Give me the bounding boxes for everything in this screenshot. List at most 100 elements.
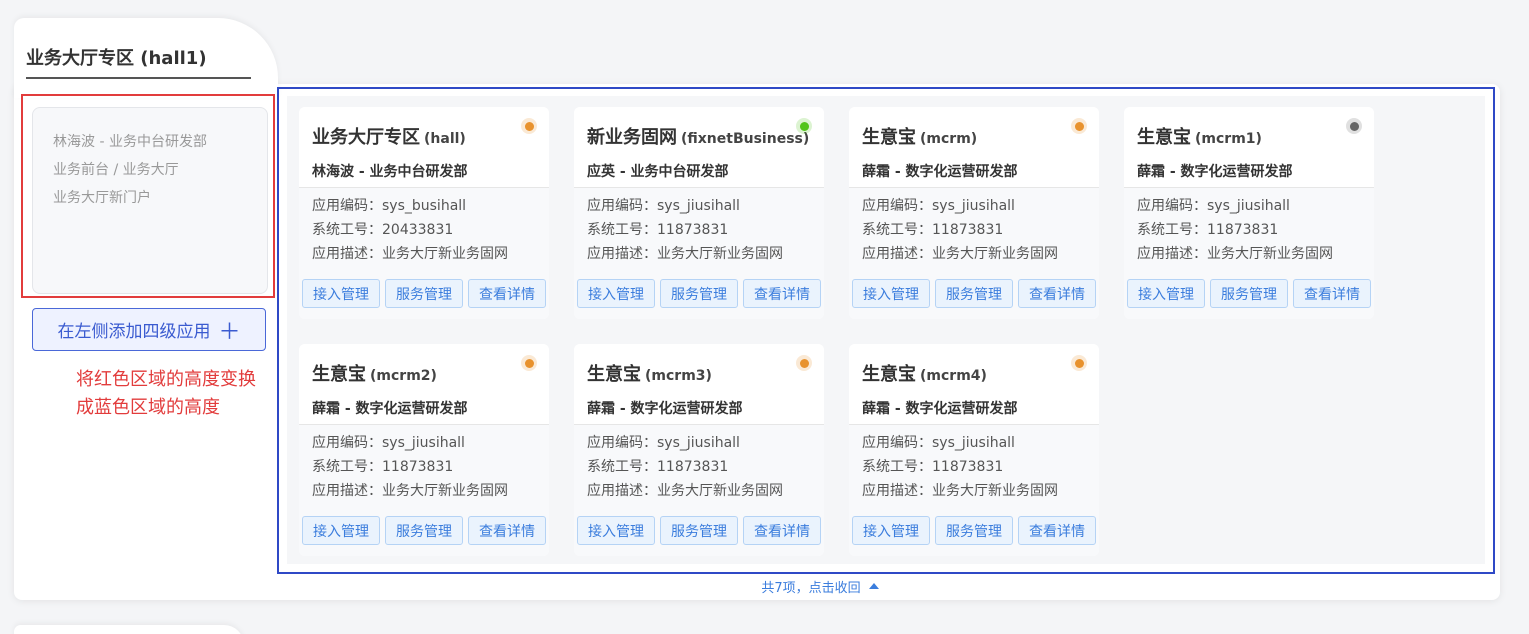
app-card[interactable]: 业务大厅专区 (hall) 林海波 - 业务中台研发部 应用编码：sys_busi… [299, 107, 549, 319]
app-code-line: 应用编码：sys_jiusihall [1137, 194, 1374, 218]
desc-line: 应用描述：业务大厅新业务固网 [587, 479, 824, 503]
status-dot-icon [1071, 355, 1087, 371]
app-card[interactable]: 新业务固网 (fixnetBusiness) 应英 - 业务中台研发部 应用编码：… [574, 107, 824, 319]
access-manage-button[interactable]: 接入管理 [852, 279, 930, 308]
view-detail-button[interactable]: 查看详情 [1018, 516, 1096, 545]
app-code-label: 应用编码： [1137, 198, 1207, 214]
app-owner: 薛霜 - 数字化运营研发部 [587, 401, 743, 417]
app-name: 生意宝 [1137, 127, 1191, 148]
app-code-value: sys_jiusihall [657, 198, 740, 214]
app-owner: 林海波 - 业务中台研发部 [312, 164, 468, 180]
app-code-tag: (mcrm2) [370, 368, 437, 384]
app-code-value: sys_jiusihall [1207, 198, 1290, 214]
annotation-line-2: 成蓝色区域的高度 [76, 397, 220, 418]
next-section-tab [14, 625, 244, 634]
service-manage-button[interactable]: 服务管理 [385, 516, 463, 545]
app-card-title: 生意宝 (mcrm3) [587, 360, 824, 386]
collapse-label: 共7项，点击收回 [761, 580, 861, 596]
hall-tab-underline [26, 77, 251, 79]
app-code-line: 应用编码：sys_jiusihall [862, 194, 1099, 218]
service-manage-button[interactable]: 服务管理 [660, 516, 738, 545]
app-code-tag: (mcrm3) [645, 368, 712, 384]
view-detail-button[interactable]: 查看详情 [1018, 279, 1096, 308]
app-card-actions: 接入管理 服务管理 查看详情 [852, 279, 1096, 308]
annotation-line-1: 将红色区域的高度变换 [76, 369, 256, 390]
desc-label: 应用描述： [312, 483, 382, 499]
desc-label: 应用描述： [587, 483, 657, 499]
app-code-tag: (mcrm4) [920, 368, 987, 384]
desc-label: 应用描述： [862, 246, 932, 262]
service-manage-button[interactable]: 服务管理 [935, 279, 1013, 308]
caret-up-icon [868, 583, 879, 589]
app-card-title: 新业务固网 (fixnetBusiness) [587, 123, 824, 149]
app-card-actions: 接入管理 服务管理 查看详情 [1127, 279, 1371, 308]
status-dot-icon [521, 118, 537, 134]
app-name: 生意宝 [312, 364, 366, 385]
app-name: 生意宝 [862, 364, 916, 385]
desc-line: 应用描述：业务大厅新业务固网 [587, 242, 824, 266]
add-level4-app-button[interactable]: 在左侧添加四级应用 ＋ [32, 308, 266, 351]
staff-no-line: 系统工号：11873831 [862, 455, 1099, 479]
app-code-value: sys_busihall [382, 198, 467, 214]
hall-tab-title[interactable]: 业务大厅专区 (hall1) [26, 44, 207, 69]
level3-app-card[interactable]: 林海波 - 业务中台研发部 业务前台 / 业务大厅 业务大厅新门户 [32, 107, 268, 294]
access-manage-button[interactable]: 接入管理 [852, 516, 930, 545]
app-card-header: 生意宝 (mcrm4) 薛霜 - 数字化运营研发部 [849, 344, 1099, 424]
staff-no-line: 系统工号：11873831 [862, 218, 1099, 242]
app-code-tag: (hall) [424, 131, 466, 147]
app-card-actions: 接入管理 服务管理 查看详情 [577, 516, 821, 545]
staff-no-value: 11873831 [657, 222, 729, 238]
staff-no-value: 20433831 [382, 222, 454, 238]
staff-no-line: 系统工号：11873831 [587, 455, 824, 479]
desc-label: 应用描述： [312, 246, 382, 262]
add-level4-app-label: 在左侧添加四级应用 [57, 322, 211, 342]
service-manage-button[interactable]: 服务管理 [1210, 279, 1288, 308]
staff-no-line: 系统工号：11873831 [312, 455, 549, 479]
view-detail-button[interactable]: 查看详情 [468, 279, 546, 308]
app-owner: 薛霜 - 数字化运营研发部 [862, 401, 1018, 417]
app-code-tag: (mcrm1) [1195, 131, 1262, 147]
app-card-header: 生意宝 (mcrm) 薛霜 - 数字化运营研发部 [849, 107, 1099, 187]
app-code-label: 应用编码： [587, 198, 657, 214]
view-detail-button[interactable]: 查看详情 [743, 279, 821, 308]
app-owner: 应英 - 业务中台研发部 [587, 164, 729, 180]
access-manage-button[interactable]: 接入管理 [1127, 279, 1205, 308]
app-card[interactable]: 生意宝 (mcrm4) 薛霜 - 数字化运营研发部 应用编码：sys_jiusih… [849, 344, 1099, 556]
access-manage-button[interactable]: 接入管理 [302, 279, 380, 308]
service-manage-button[interactable]: 服务管理 [385, 279, 463, 308]
app-code-value: sys_jiusihall [932, 435, 1015, 451]
app-card-header: 新业务固网 (fixnetBusiness) 应英 - 业务中台研发部 [574, 107, 824, 187]
app-card[interactable]: 生意宝 (mcrm1) 薛霜 - 数字化运营研发部 应用编码：sys_jiusih… [1124, 107, 1374, 319]
access-manage-button[interactable]: 接入管理 [302, 516, 380, 545]
service-manage-button[interactable]: 服务管理 [935, 516, 1013, 545]
access-manage-button[interactable]: 接入管理 [577, 279, 655, 308]
staff-no-label: 系统工号： [862, 222, 932, 238]
app-card-header: 生意宝 (mcrm1) 薛霜 - 数字化运营研发部 [1124, 107, 1374, 187]
app-code-line: 应用编码：sys_jiusihall [312, 431, 549, 455]
access-manage-button[interactable]: 接入管理 [577, 516, 655, 545]
view-detail-button[interactable]: 查看详情 [743, 516, 821, 545]
staff-no-value: 11873831 [932, 222, 1004, 238]
app-card[interactable]: 生意宝 (mcrm2) 薛霜 - 数字化运营研发部 应用编码：sys_jiusih… [299, 344, 549, 556]
service-manage-button[interactable]: 服务管理 [660, 279, 738, 308]
desc-line: 应用描述：业务大厅新业务固网 [862, 242, 1099, 266]
app-code-label: 应用编码： [862, 198, 932, 214]
desc-value: 业务大厅新业务固网 [932, 483, 1058, 499]
staff-no-label: 系统工号： [862, 459, 932, 475]
desc-value: 业务大厅新业务固网 [382, 483, 508, 499]
desc-line: 应用描述：业务大厅新业务固网 [1137, 242, 1374, 266]
level3-path: 业务前台 / 业务大厅 [53, 162, 179, 178]
app-card-title: 生意宝 (mcrm1) [1137, 123, 1374, 149]
app-card[interactable]: 生意宝 (mcrm3) 薛霜 - 数字化运营研发部 应用编码：sys_jiusih… [574, 344, 824, 556]
app-code-tag: (mcrm) [920, 131, 978, 147]
app-code-label: 应用编码： [312, 435, 382, 451]
app-card[interactable]: 生意宝 (mcrm) 薛霜 - 数字化运营研发部 应用编码：sys_jiusiha… [849, 107, 1099, 319]
collapse-toggle[interactable]: 共7项，点击收回 [740, 577, 900, 596]
view-detail-button[interactable]: 查看详情 [1293, 279, 1371, 308]
staff-no-label: 系统工号： [312, 222, 382, 238]
view-detail-button[interactable]: 查看详情 [468, 516, 546, 545]
app-card-actions: 接入管理 服务管理 查看详情 [577, 279, 821, 308]
app-card-header: 业务大厅专区 (hall) 林海波 - 业务中台研发部 [299, 107, 549, 187]
desc-value: 业务大厅新业务固网 [382, 246, 508, 262]
staff-no-value: 11873831 [1207, 222, 1279, 238]
